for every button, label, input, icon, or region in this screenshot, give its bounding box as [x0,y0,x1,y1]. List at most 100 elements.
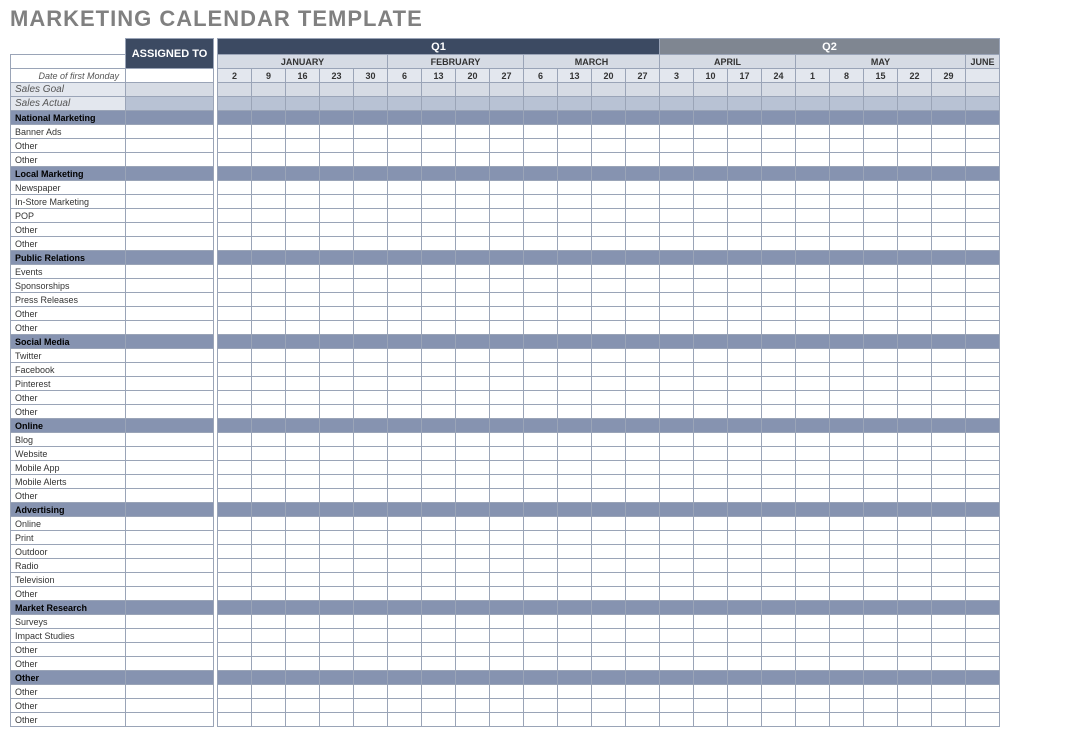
grid-cell[interactable] [864,125,898,139]
grid-cell[interactable] [490,307,524,321]
grid-cell[interactable] [218,629,252,643]
grid-cell[interactable] [966,517,1000,531]
grid-cell[interactable] [626,293,660,307]
grid-cell[interactable] [966,237,1000,251]
grid-cell[interactable] [218,153,252,167]
grid-cell[interactable] [490,685,524,699]
grid-cell[interactable] [456,153,490,167]
grid-cell[interactable] [252,531,286,545]
grid-cell[interactable] [830,447,864,461]
grid-cell[interactable] [388,363,422,377]
grid-cell[interactable] [694,279,728,293]
grid-cell[interactable] [422,377,456,391]
grid-cell[interactable] [728,713,762,727]
grid-cell[interactable] [830,97,864,111]
grid-cell[interactable] [320,97,354,111]
grid-cell[interactable] [592,657,626,671]
grid-cell[interactable] [490,587,524,601]
grid-cell[interactable] [762,209,796,223]
grid-cell[interactable] [218,475,252,489]
grid-cell[interactable] [660,587,694,601]
grid-cell[interactable] [932,279,966,293]
grid-cell[interactable] [354,615,388,629]
grid-cell[interactable] [320,475,354,489]
grid-cell[interactable] [218,307,252,321]
grid-cell[interactable] [592,517,626,531]
grid-cell[interactable] [524,307,558,321]
grid-cell[interactable] [388,125,422,139]
grid-cell[interactable] [388,181,422,195]
grid-cell[interactable] [422,657,456,671]
grid-cell[interactable] [762,685,796,699]
grid-cell[interactable] [422,153,456,167]
grid-cell[interactable] [864,713,898,727]
grid-cell[interactable] [354,279,388,293]
grid-cell[interactable] [320,195,354,209]
grid-cell[interactable] [490,657,524,671]
grid-cell[interactable] [524,363,558,377]
grid-cell[interactable] [796,685,830,699]
grid-cell[interactable] [252,139,286,153]
grid-cell[interactable] [762,699,796,713]
grid-cell[interactable] [524,237,558,251]
grid-cell[interactable] [694,559,728,573]
grid-cell[interactable] [252,265,286,279]
assigned-cell[interactable] [126,97,214,111]
grid-cell[interactable] [592,125,626,139]
grid-cell[interactable] [320,447,354,461]
grid-cell[interactable] [626,615,660,629]
grid-cell[interactable] [218,433,252,447]
grid-cell[interactable] [762,237,796,251]
grid-cell[interactable] [728,349,762,363]
grid-cell[interactable] [354,377,388,391]
grid-cell[interactable] [830,517,864,531]
grid-cell[interactable] [966,587,1000,601]
grid-cell[interactable] [490,265,524,279]
grid-cell[interactable] [388,699,422,713]
grid-cell[interactable] [320,391,354,405]
grid-cell[interactable] [422,615,456,629]
grid-cell[interactable] [966,433,1000,447]
grid-cell[interactable] [456,713,490,727]
assigned-cell[interactable] [126,181,214,195]
grid-cell[interactable] [728,97,762,111]
grid-cell[interactable] [388,643,422,657]
grid-cell[interactable] [490,97,524,111]
grid-cell[interactable] [524,643,558,657]
grid-cell[interactable] [422,713,456,727]
grid-cell[interactable] [626,153,660,167]
grid-cell[interactable] [456,559,490,573]
grid-cell[interactable] [388,615,422,629]
grid-cell[interactable] [286,629,320,643]
grid-cell[interactable] [898,321,932,335]
grid-cell[interactable] [320,433,354,447]
grid-cell[interactable] [830,657,864,671]
grid-cell[interactable] [388,321,422,335]
grid-cell[interactable] [388,139,422,153]
grid-cell[interactable] [898,223,932,237]
grid-cell[interactable] [626,573,660,587]
grid-cell[interactable] [762,531,796,545]
grid-cell[interactable] [932,363,966,377]
grid-cell[interactable] [354,545,388,559]
grid-cell[interactable] [626,265,660,279]
grid-cell[interactable] [388,559,422,573]
assigned-cell[interactable] [126,69,214,83]
grid-cell[interactable] [218,293,252,307]
grid-cell[interactable] [796,237,830,251]
grid-cell[interactable] [320,405,354,419]
assigned-cell[interactable] [126,363,214,377]
grid-cell[interactable] [388,97,422,111]
grid-cell[interactable] [558,517,592,531]
grid-cell[interactable] [558,181,592,195]
grid-cell[interactable] [762,629,796,643]
grid-cell[interactable] [218,195,252,209]
grid-cell[interactable] [830,293,864,307]
grid-cell[interactable] [354,97,388,111]
grid-cell[interactable] [592,447,626,461]
grid-cell[interactable] [456,363,490,377]
grid-cell[interactable] [490,629,524,643]
grid-cell[interactable] [626,223,660,237]
grid-cell[interactable] [354,223,388,237]
grid-cell[interactable] [796,629,830,643]
